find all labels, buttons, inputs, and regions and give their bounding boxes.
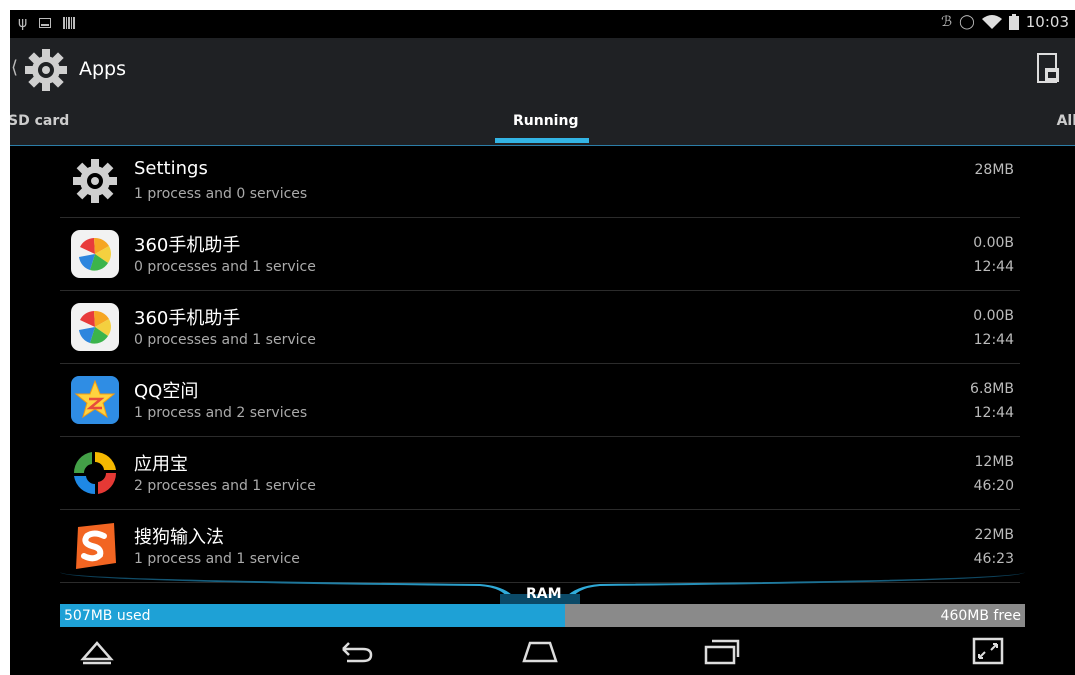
battery-icon	[1008, 14, 1019, 30]
app-name: 360手机助手	[134, 235, 241, 256]
app-runtime: 12:44	[973, 332, 1014, 348]
app-memory: 12MB	[974, 454, 1015, 470]
ram-free-label: 460MB free	[940, 608, 1021, 624]
app-runtime: 46:23	[973, 551, 1014, 567]
tab-strip: SD card Running All	[10, 101, 1075, 146]
ram-label: RAM	[526, 586, 562, 602]
app-memory: 22MB	[974, 527, 1015, 543]
qzone-icon	[71, 376, 119, 424]
recent-apps-icon[interactable]	[702, 635, 742, 667]
app-name: Settings	[134, 158, 208, 179]
app-name: QQ空间	[134, 381, 199, 402]
yingyongbao-icon	[73, 451, 117, 495]
app-runtime: 12:44	[973, 405, 1014, 421]
barcode-icon	[63, 17, 76, 29]
app-process-info: 0 processes and 1 service	[134, 332, 316, 348]
screenshot-icon	[39, 18, 52, 28]
list-item[interactable]: QQ空间 1 process and 2 services 6.8MB 12:4…	[60, 364, 1020, 437]
app-process-info: 1 process and 0 services	[134, 186, 308, 202]
list-item[interactable]: 应用宝 2 processes and 1 service 12MB 46:20	[60, 437, 1020, 510]
app-process-info: 1 process and 1 service	[134, 551, 300, 567]
sd-storage-icon[interactable]	[1037, 53, 1061, 85]
app-process-info: 1 process and 2 services	[134, 405, 308, 421]
app-memory: 0.00B	[973, 308, 1014, 324]
tab-all[interactable]: All	[1057, 113, 1075, 129]
status-time: 10:03	[1025, 13, 1069, 31]
fullscreen-icon[interactable]	[968, 635, 1008, 667]
list-item[interactable]: Settings 1 process and 0 services 28MB	[60, 145, 1020, 218]
usb-icon: ψ	[18, 15, 28, 31]
action-bar: ⟨ Apps	[10, 38, 1075, 101]
tab-sd-card[interactable]: SD card	[10, 113, 69, 129]
status-bar: ψ ℬ ◯ 10:03	[10, 10, 1075, 38]
app-runtime: 12:44	[973, 259, 1014, 275]
app-process-info: 2 processes and 1 service	[134, 478, 316, 494]
home-icon[interactable]	[520, 635, 560, 667]
list-item[interactable]: 360手机助手 0 processes and 1 service 0.00B …	[60, 291, 1020, 364]
wifi-icon	[981, 15, 1002, 29]
page-title: Apps	[79, 58, 127, 80]
app-memory: 6.8MB	[970, 381, 1014, 397]
360-assistant-icon	[71, 303, 119, 351]
app-process-info: 0 processes and 1 service	[134, 259, 316, 275]
list-item[interactable]: 360手机助手 0 processes and 1 service 0.00B …	[60, 218, 1020, 291]
android-screen: ψ ℬ ◯ 10:03 ⟨ Apps SD card Running All S…	[10, 10, 1075, 675]
navigation-bar	[10, 627, 1075, 675]
app-runtime: 46:20	[973, 478, 1014, 494]
ram-used-label: 507MB used	[64, 608, 151, 624]
app-name: 360手机助手	[134, 308, 241, 329]
app-name: 应用宝	[134, 454, 188, 475]
ram-bar: 507MB used 460MB free	[60, 604, 1025, 628]
app-memory: 28MB	[974, 162, 1015, 178]
up-caret-icon[interactable]: ⟨	[11, 57, 18, 78]
alarm-icon: ◯	[959, 14, 975, 30]
settings-gear-icon[interactable]	[24, 48, 68, 92]
settings-gear-icon	[73, 159, 117, 203]
360-assistant-icon	[71, 230, 119, 278]
nav-home-up-icon[interactable]	[77, 635, 117, 667]
tab-indicator	[495, 138, 589, 143]
ram-usage-panel: RAM 507MB used 460MB free	[60, 572, 1025, 632]
app-name: 搜狗输入法	[134, 527, 224, 548]
bluetooth-icon: ℬ	[941, 14, 953, 30]
tab-running[interactable]: Running	[513, 113, 578, 129]
back-icon[interactable]	[335, 635, 375, 667]
running-apps-list: Settings 1 process and 0 services 28MB 3…	[60, 145, 1020, 583]
app-memory: 0.00B	[973, 235, 1014, 251]
sogou-input-icon	[76, 523, 116, 569]
